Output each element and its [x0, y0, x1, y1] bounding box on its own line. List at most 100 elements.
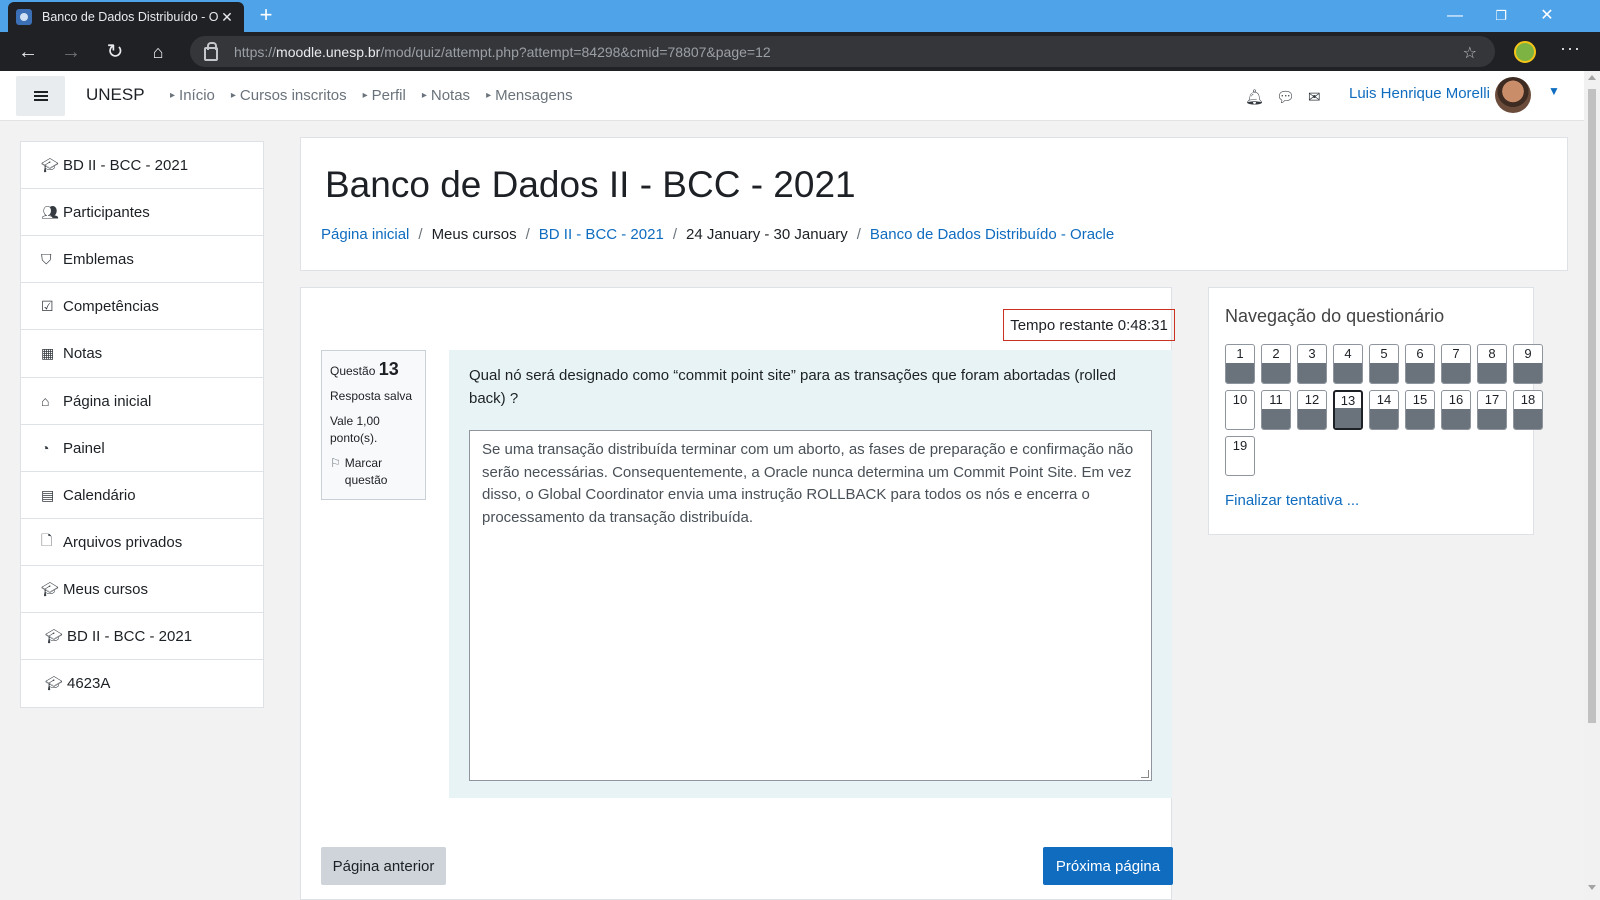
- quiz-attempt-card: Tempo restante 0:48:31 Questão 13 Respos…: [300, 287, 1175, 900]
- question-nav-button[interactable]: 16: [1441, 390, 1471, 430]
- answer-text: Se uma transação distribuída terminar co…: [482, 441, 1134, 526]
- question-nav-button[interactable]: 5: [1369, 344, 1399, 384]
- custom-menu: ▸ Início ▸ Cursos inscritos ▸ Perfil ▸ Notas…: [170, 87, 573, 104]
- question-nav-number: 8: [1488, 346, 1496, 361]
- drawer-item-meus-cursos[interactable]: 🎓︎ Meus cursos: [21, 566, 263, 613]
- question-nav-number: 7: [1452, 346, 1460, 361]
- bell-icon[interactable]: 🔔︎: [1245, 88, 1264, 106]
- question-nav-button[interactable]: 4: [1333, 344, 1363, 384]
- scroll-up-icon[interactable]: [1588, 75, 1596, 80]
- minimize-button[interactable]: —: [1432, 0, 1478, 32]
- question-nav-number: 6: [1416, 346, 1424, 361]
- next-page-button[interactable]: Próxima página: [1043, 847, 1173, 885]
- question-nav-button[interactable]: 18: [1513, 390, 1543, 430]
- quiz-navigation-block: Navegação do questionário 1 2 3 4 5 6 7 8 9 10 11 1…: [1208, 287, 1543, 535]
- drawer-item-course-4623a[interactable]: 🎓︎ 4623A: [21, 660, 263, 707]
- question-nav-button[interactable]: 3: [1297, 344, 1327, 384]
- answered-indicator: [1442, 409, 1470, 429]
- question-status: Resposta salva: [330, 389, 413, 403]
- page-title: Banco de Dados II - BCC - 2021: [325, 164, 856, 205]
- envelope-icon[interactable]: ✉: [1308, 88, 1321, 106]
- back-arrow-icon[interactable]: ←: [14, 38, 42, 66]
- graduation-cap-icon: 🎓︎: [41, 580, 59, 597]
- close-window-button[interactable]: ✕: [1524, 0, 1570, 32]
- drawer-toggle-button[interactable]: [16, 76, 65, 116]
- question-nav-button[interactable]: 15: [1405, 390, 1435, 430]
- address-bar[interactable]: https://moodle.unesp.br/mod/quiz/attempt…: [190, 36, 1495, 67]
- browser-tab-bar: Banco de Dados Distribuído - Or ✕ + — ❐ …: [0, 0, 1600, 32]
- question-nav-button[interactable]: 11: [1261, 390, 1291, 430]
- maximize-button[interactable]: ❐: [1478, 0, 1524, 32]
- breadcrumb-separator: /: [856, 226, 861, 243]
- question-nav-button[interactable]: 7: [1441, 344, 1471, 384]
- question-nav-button[interactable]: 10: [1225, 390, 1255, 430]
- nav-link-perfil[interactable]: ▸ Perfil: [363, 87, 406, 104]
- question-nav-button[interactable]: 8: [1477, 344, 1507, 384]
- question-content: Qual nó será designado como “commit poin…: [449, 350, 1172, 798]
- drawer-item-pagina-inicial[interactable]: ⌂ Página inicial: [21, 378, 263, 425]
- tab-close-icon[interactable]: ✕: [218, 9, 236, 26]
- browser-menu-icon[interactable]: ···: [1560, 38, 1581, 59]
- question-nav-button[interactable]: 2: [1261, 344, 1291, 384]
- page-header: Banco de Dados II - BCC - 2021 Página in…: [300, 137, 1568, 271]
- nav-link-mensagens[interactable]: ▸ Mensagens: [486, 87, 573, 104]
- question-nav-button[interactable]: 6: [1405, 344, 1435, 384]
- drawer-item-calendario[interactable]: ▤ Calendário: [21, 472, 263, 519]
- lock-icon: [204, 41, 218, 61]
- user-menu-caret-icon[interactable]: ▼: [1548, 84, 1560, 98]
- drawer-item-label: Emblemas: [63, 250, 134, 268]
- browser-toolbar: ← → ↻ ⌂ https://moodle.unesp.br/mod/quiz…: [0, 32, 1600, 71]
- home-icon[interactable]: ⌂: [144, 38, 172, 66]
- question-nav-button[interactable]: 19: [1225, 436, 1255, 476]
- flag-icon: ⚐: [330, 456, 341, 470]
- question-nav-button[interactable]: 14: [1369, 390, 1399, 430]
- page-scrollbar[interactable]: [1584, 71, 1600, 900]
- answered-indicator: [1334, 363, 1362, 383]
- question-info: Questão 13 Resposta salva Vale 1,00 pont…: [321, 350, 426, 500]
- nav-link-notas[interactable]: ▸ Notas: [422, 87, 470, 104]
- question-nav-button[interactable]: 13: [1333, 390, 1363, 430]
- question-label: Questão: [330, 364, 376, 378]
- drawer-item-participantes[interactable]: 👥︎ Participantes: [21, 189, 263, 236]
- drawer-item-label: BD II - BCC - 2021: [63, 156, 189, 174]
- nav-link-cursos[interactable]: ▸ Cursos inscritos: [231, 87, 347, 104]
- question-nav-button[interactable]: 9: [1513, 344, 1543, 384]
- drawer-item-label: Calendário: [63, 486, 136, 504]
- breadcrumb-item[interactable]: Página inicial: [321, 226, 409, 243]
- breadcrumb-item[interactable]: BD II - BCC - 2021: [539, 226, 664, 243]
- avatar[interactable]: [1495, 77, 1531, 113]
- browser-tab[interactable]: Banco de Dados Distribuído - Or ✕: [8, 2, 244, 32]
- forward-arrow-icon[interactable]: →: [57, 38, 85, 66]
- nav-link-inicio[interactable]: ▸ Início: [170, 87, 215, 104]
- favorite-star-icon[interactable]: ☆: [1463, 43, 1477, 63]
- drawer-item-notas[interactable]: ▦ Notas: [21, 330, 263, 377]
- question-nav-button[interactable]: 17: [1477, 390, 1507, 430]
- user-name[interactable]: Luis Henrique Morelli: [1349, 85, 1490, 102]
- question-nav-button[interactable]: 12: [1297, 390, 1327, 430]
- site-brand[interactable]: UNESP: [86, 85, 145, 105]
- finish-attempt-link[interactable]: Finalizar tentativa ...: [1225, 492, 1359, 509]
- answer-textarea[interactable]: Se uma transação distribuída terminar co…: [469, 430, 1152, 781]
- drawer-item-competencias[interactable]: ☑ Competências: [21, 283, 263, 330]
- breadcrumb-item[interactable]: Banco de Dados Distribuído - Oracle: [870, 226, 1114, 243]
- drawer-item-course-bd2[interactable]: 🎓︎ BD II - BCC - 2021: [21, 613, 263, 660]
- extension-icon[interactable]: [1514, 41, 1536, 63]
- drawer-item-emblemas[interactable]: ⛉ Emblemas: [21, 236, 263, 283]
- scroll-down-icon[interactable]: [1588, 885, 1596, 890]
- drawer-item-course[interactable]: 🎓︎ BD II - BCC - 2021: [21, 142, 263, 189]
- question-nav-number: 19: [1232, 438, 1248, 453]
- question-nav-button[interactable]: 1: [1225, 344, 1255, 384]
- chat-icon[interactable]: 💬︎: [1276, 88, 1295, 106]
- new-tab-button[interactable]: +: [254, 4, 278, 28]
- scrollbar-thumb[interactable]: [1588, 89, 1596, 723]
- previous-page-button[interactable]: Página anterior: [321, 847, 446, 885]
- file-icon: 🗋︎: [41, 532, 53, 548]
- drawer-item-arquivos[interactable]: 🗋︎ Arquivos privados: [21, 519, 263, 566]
- drawer-item-painel[interactable]: ◔ Painel: [21, 425, 263, 472]
- reload-icon[interactable]: ↻: [101, 38, 129, 66]
- question-nav-number: 3: [1308, 346, 1316, 361]
- question-text: Qual nó será designado como “commit poin…: [469, 367, 1116, 407]
- flag-question-button[interactable]: ⚐ Marcar questão: [330, 455, 417, 489]
- question-nav-number: 4: [1344, 346, 1352, 361]
- resize-handle-icon[interactable]: [1141, 770, 1149, 778]
